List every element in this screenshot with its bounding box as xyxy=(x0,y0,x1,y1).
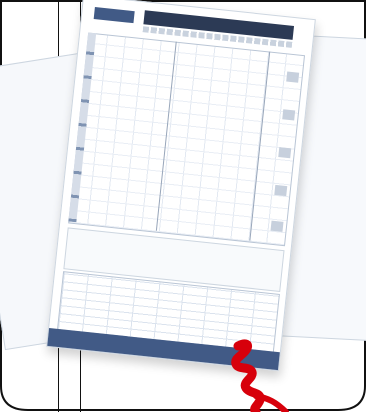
main-document xyxy=(46,0,316,372)
document-logo xyxy=(93,7,135,24)
document-right-note-1 xyxy=(286,71,300,83)
document-right-note-5 xyxy=(270,220,284,232)
document-right-note-4 xyxy=(274,184,288,197)
red-handwritten-mark xyxy=(231,339,289,412)
document-right-note-2 xyxy=(282,109,296,121)
document-grid xyxy=(68,32,306,247)
frame-rule-top xyxy=(0,0,366,2)
document-right-note-3 xyxy=(278,147,292,159)
